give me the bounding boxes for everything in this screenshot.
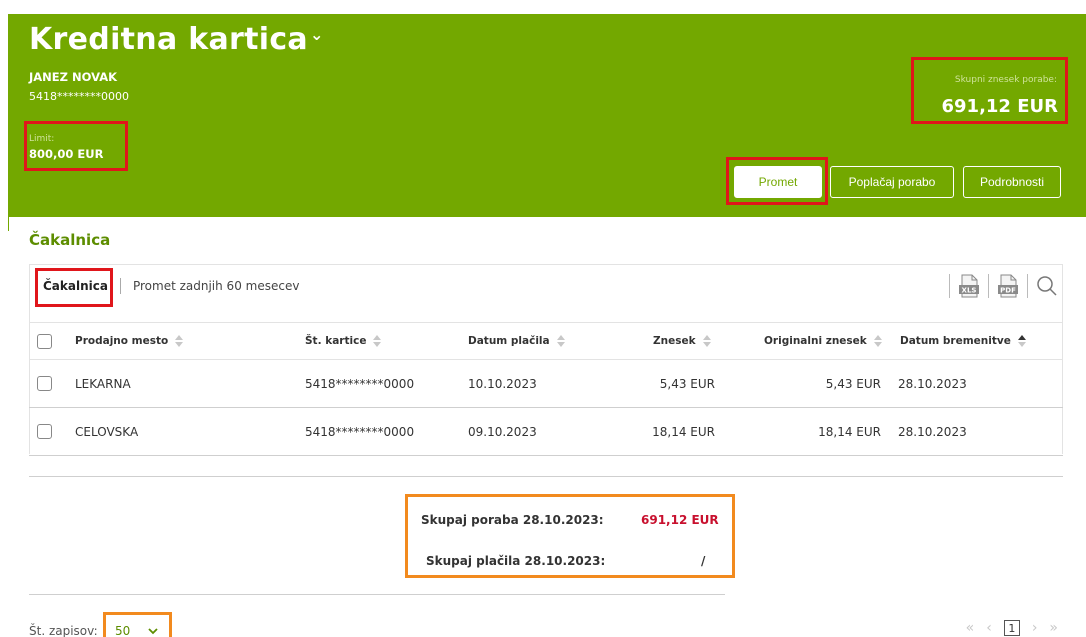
row-checkbox[interactable] xyxy=(37,376,52,391)
col-charge-date[interactable]: Datum bremenitve xyxy=(900,323,1026,359)
details-button[interactable]: Podrobnosti xyxy=(963,166,1061,198)
highlight-limit xyxy=(24,121,128,171)
table-row[interactable]: LEKARNA 5418********0000 10.10.2023 5,43… xyxy=(29,360,1063,408)
sort-icon-active xyxy=(1017,334,1026,348)
highlight-total xyxy=(911,57,1068,124)
repay-button[interactable]: Poplačaj porabo xyxy=(830,166,954,198)
cell-card: 5418********0000 xyxy=(305,424,415,439)
pdf-label: PDF xyxy=(1000,287,1016,295)
table-row[interactable]: CELOVSKA 5418********0000 09.10.2023 18,… xyxy=(29,408,1063,456)
col-card[interactable]: Št. kartice xyxy=(305,323,382,359)
cardholder-name: JANEZ NOVAK xyxy=(29,70,118,84)
section-title: Čakalnica xyxy=(29,231,111,249)
sort-icon xyxy=(373,334,382,348)
toolbar: XLS PDF xyxy=(949,274,1058,298)
row-select-cell xyxy=(37,408,52,455)
col-date-label: Datum plačila xyxy=(468,335,550,347)
pagination: « ‹ 1 › » xyxy=(966,620,1058,636)
first-page-icon[interactable]: « xyxy=(966,620,975,636)
cell-merchant: LEKARNA xyxy=(75,376,131,391)
row-checkbox[interactable] xyxy=(37,424,52,439)
cell-charge-date: 28.10.2023 xyxy=(898,424,967,439)
page-title-text: Kreditna kartica xyxy=(29,22,308,57)
tab-cakalnica[interactable]: Čakalnica xyxy=(43,279,108,293)
col-charge-date-label: Datum bremenitve xyxy=(900,335,1011,347)
col-original-label: Originalni znesek xyxy=(764,335,867,347)
col-amount-label: Znesek xyxy=(653,335,696,347)
cell-amount: 5,43 EUR xyxy=(659,376,715,391)
sort-icon xyxy=(873,334,882,348)
page-title[interactable]: Kreditna kartica ⌄ xyxy=(29,22,324,57)
col-amount[interactable]: Znesek xyxy=(653,323,711,359)
table-bottom-divider xyxy=(29,476,1063,477)
cell-amount: 18,14 EUR xyxy=(652,424,715,439)
highlight-summary xyxy=(405,494,735,578)
cell-original: 18,14 EUR xyxy=(818,424,881,439)
current-page[interactable]: 1 xyxy=(1003,620,1020,636)
xls-export-icon[interactable]: XLS xyxy=(958,274,980,298)
col-merchant[interactable]: Prodajno mesto xyxy=(75,323,184,359)
table-header: Prodajno mesto Št. kartice Datum plačila… xyxy=(29,322,1063,360)
cell-card: 5418********0000 xyxy=(305,376,415,391)
sort-icon xyxy=(175,334,184,348)
tab-promet-60[interactable]: Promet zadnjih 60 mesecev xyxy=(133,279,299,293)
cell-date: 09.10.2023 xyxy=(468,424,537,439)
chevron-down-icon[interactable]: ⌄ xyxy=(310,25,324,44)
col-date[interactable]: Datum plačila xyxy=(468,323,565,359)
sort-icon xyxy=(556,334,565,348)
toolbar-divider xyxy=(949,274,950,298)
pdf-export-icon[interactable]: PDF xyxy=(997,274,1019,298)
cell-charge-date: 28.10.2023 xyxy=(898,376,967,391)
next-page-icon[interactable]: › xyxy=(1032,620,1038,636)
tab-divider xyxy=(119,278,121,294)
toolbar-divider xyxy=(1027,274,1028,298)
cell-original: 5,43 EUR xyxy=(825,376,881,391)
highlight-per-page xyxy=(103,612,172,637)
search-icon[interactable] xyxy=(1036,275,1058,297)
xls-label: XLS xyxy=(962,287,977,295)
select-all-checkbox[interactable] xyxy=(37,333,52,349)
summary-divider xyxy=(29,594,725,595)
toolbar-divider xyxy=(988,274,989,298)
highlight-promet xyxy=(726,157,828,205)
per-page-label: Št. zapisov: xyxy=(29,624,98,637)
prev-page-icon[interactable]: ‹ xyxy=(986,620,992,636)
header-edge xyxy=(8,217,9,231)
select-all-cell xyxy=(37,323,52,359)
card-number: 5418********0000 xyxy=(29,90,129,103)
tab-bar: Čakalnica Promet zadnjih 60 mesecev xyxy=(43,278,299,294)
row-select-cell xyxy=(37,360,52,407)
col-merchant-label: Prodajno mesto xyxy=(75,335,169,347)
sort-icon xyxy=(702,334,711,348)
col-original[interactable]: Originalni znesek xyxy=(764,323,882,359)
cell-merchant: CELOVSKA xyxy=(75,424,139,439)
last-page-icon[interactable]: » xyxy=(1049,620,1058,636)
cell-date: 10.10.2023 xyxy=(468,376,537,391)
col-card-label: Št. kartice xyxy=(305,335,367,347)
